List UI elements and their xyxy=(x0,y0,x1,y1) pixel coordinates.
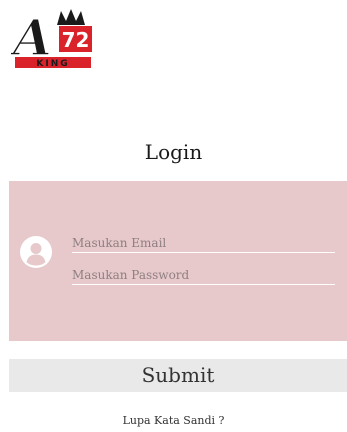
email-field[interactable] xyxy=(72,233,335,253)
forgot-password-link[interactable]: Lupa Kata Sandi ? xyxy=(0,414,347,427)
brand-logo: 72 A KING xyxy=(11,7,95,71)
login-page: 72 A KING Login Submit Lupa Kata Sandi ? xyxy=(0,0,347,432)
email-field-wrapper xyxy=(72,232,335,253)
password-field[interactable] xyxy=(72,265,335,285)
crown-icon xyxy=(57,9,85,25)
submit-button[interactable]: Submit xyxy=(9,359,347,392)
logo-subtitle: KING xyxy=(36,59,69,69)
logo-graphic: 72 A KING xyxy=(11,7,92,69)
user-avatar-icon xyxy=(20,236,52,268)
logo-number: 72 xyxy=(62,28,90,52)
password-field-wrapper xyxy=(72,264,335,285)
login-form-panel xyxy=(9,181,347,341)
page-title: Login xyxy=(144,140,203,164)
